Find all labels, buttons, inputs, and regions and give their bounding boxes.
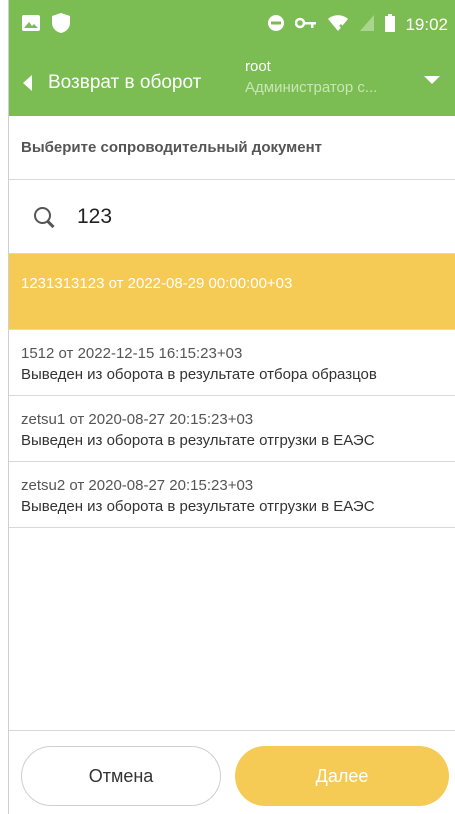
no-sim-icon [359,14,375,37]
list-item-selected[interactable]: 1231313123 от 2022-08-29 00:00:00+03 [9,254,455,330]
back-button[interactable]: Возврат в оборот [9,50,201,116]
dropdown-arrow-icon[interactable] [424,76,440,84]
list-item[interactable]: zetsu2 от 2020-08-27 20:15:23+03 Выведен… [9,462,455,528]
document-status: Выведен из оборота в результате отгрузки… [21,432,375,449]
key-icon [295,16,317,35]
document-title: 1231313123 от 2022-08-29 00:00:00+03 [21,275,293,292]
document-title: zetsu1 от 2020-08-27 20:15:23+03 [21,411,254,428]
wifi-off-icon [327,14,349,37]
user-name: root [245,58,271,75]
screen-edge [0,0,8,814]
back-arrow-icon [23,75,32,91]
footer-actions: Отмена Далее [9,730,455,814]
user-info[interactable]: root Администратор с... [245,57,405,99]
document-title: zetsu2 от 2020-08-27 20:15:23+03 [21,477,254,494]
list-item[interactable]: 1512 от 2022-12-15 16:15:23+03 Выведен и… [9,330,455,396]
document-title: 1512 от 2022-12-15 16:15:23+03 [21,345,243,362]
toolbar: Возврат в оборот root Администратор с... [9,50,455,116]
next-button[interactable]: Далее [235,746,449,806]
status-bar: 19:02 [9,0,455,50]
shield-icon [51,12,71,39]
document-list: 1231313123 от 2022-08-29 00:00:00+03 151… [9,254,455,528]
list-item[interactable]: zetsu1 от 2020-08-27 20:15:23+03 Выведен… [9,396,455,462]
do-not-disturb-icon [267,14,285,37]
page-title: Возврат в оборот [48,72,202,93]
status-time: 19:02 [405,15,448,34]
battery-icon [385,13,396,37]
app-screen: 19:02 Возврат в оборот root Администрато… [8,0,455,814]
document-status: Выведен из оборота в результате отбора о… [21,366,377,383]
document-status: Выведен из оборота в результате отгрузки… [21,498,375,515]
search-bar[interactable] [9,180,455,254]
search-icon [33,206,55,228]
user-role: Администратор с... [245,79,378,96]
cancel-button[interactable]: Отмена [21,746,221,806]
image-icon [21,14,41,37]
instruction-text: Выберите сопроводительный документ [9,116,455,180]
search-input[interactable] [77,204,377,229]
